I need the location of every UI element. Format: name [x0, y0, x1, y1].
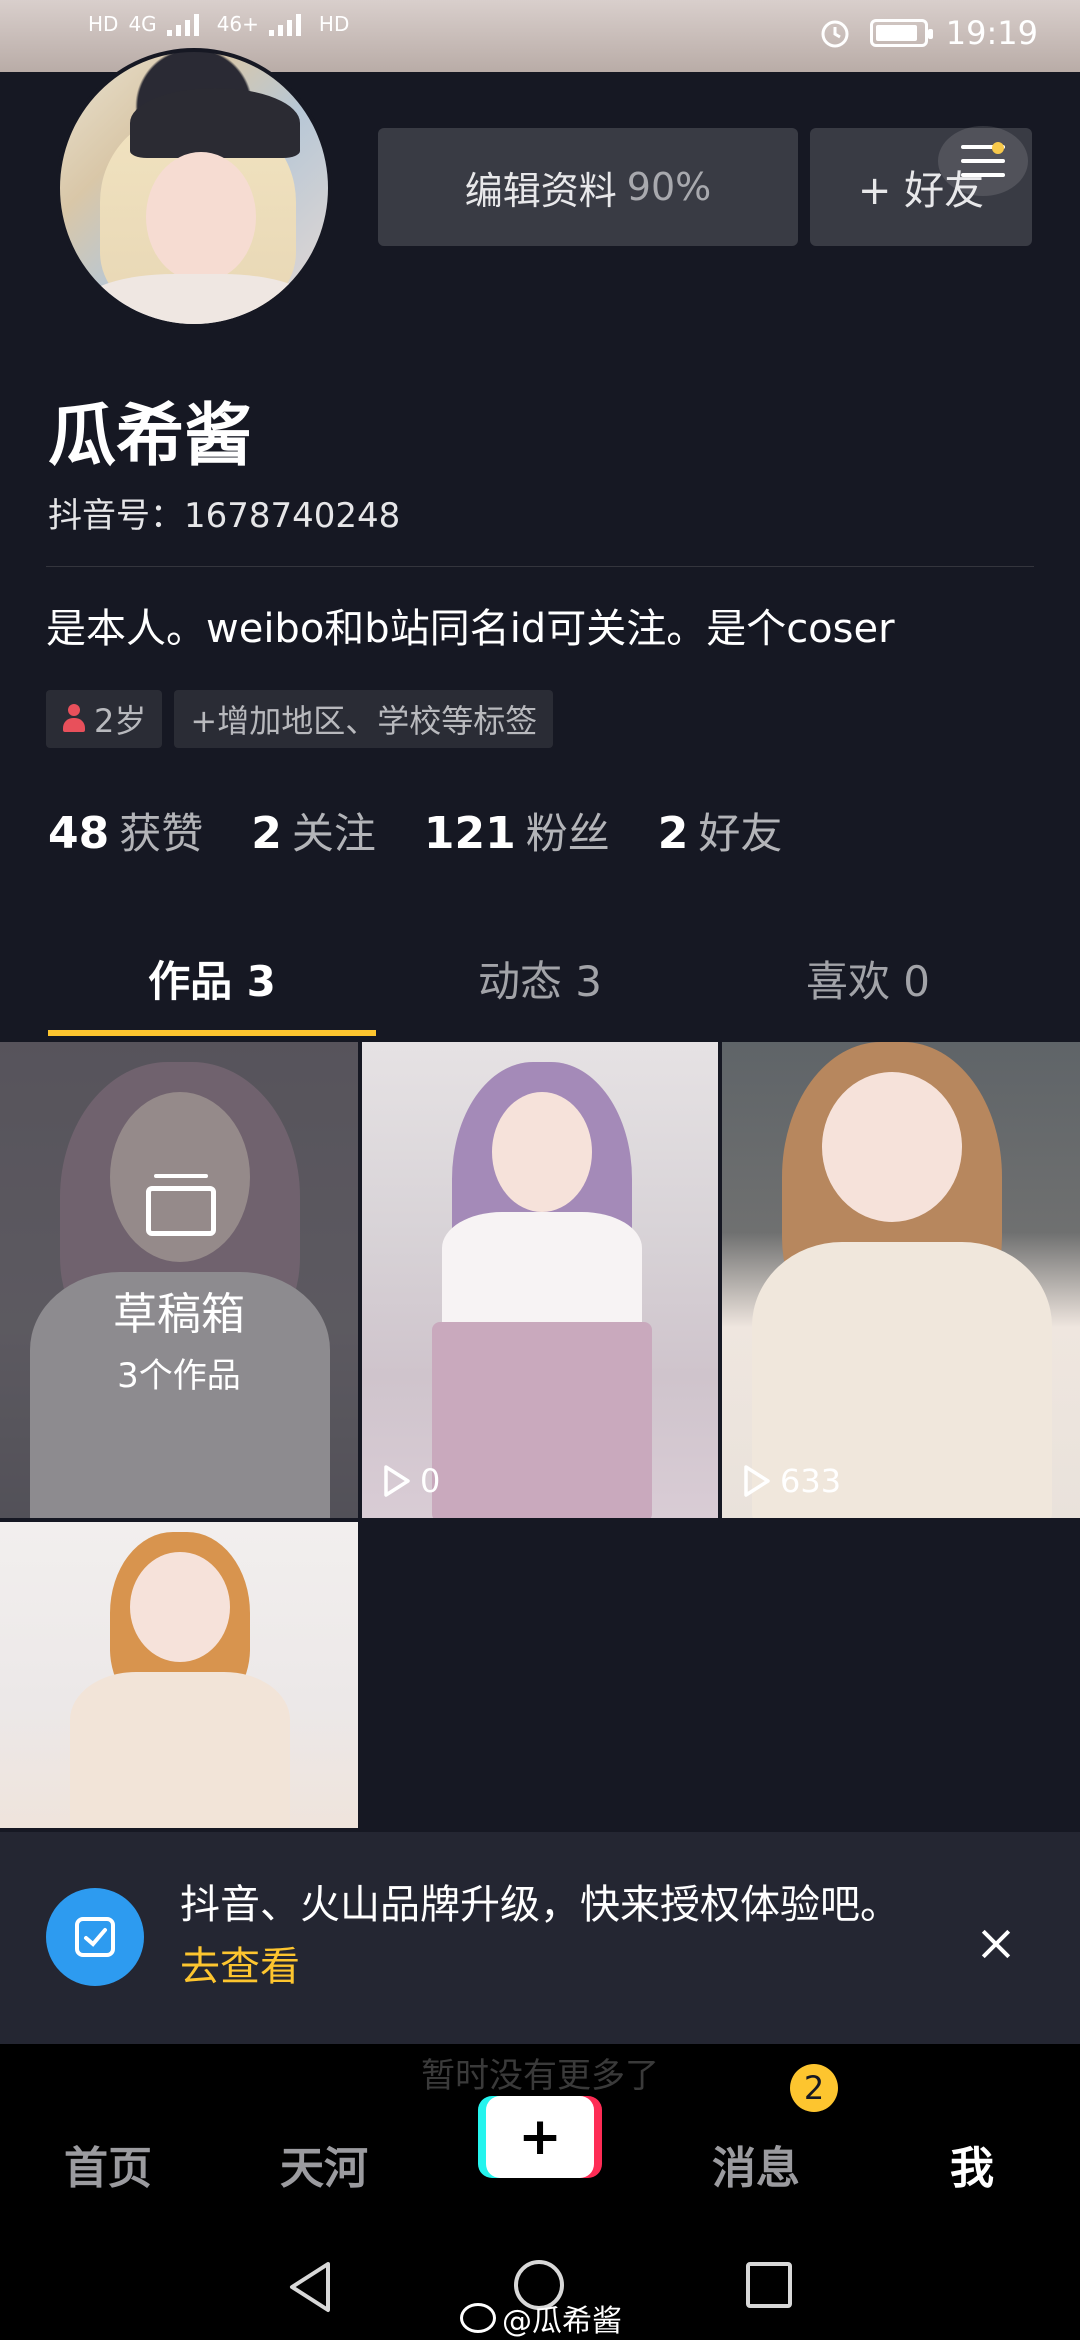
- douyin-id[interactable]: 抖音号：1678740248: [48, 488, 400, 537]
- bio: 是本人。weibo和b站同名id可关注。是个coser: [46, 606, 895, 652]
- nav-home[interactable]: 首页: [64, 2132, 152, 2196]
- video-tile-2[interactable]: 633: [722, 1042, 1080, 1518]
- upgrade-banner[interactable]: 抖音、火山品牌升级，快来授权体验吧。去查看: [0, 1832, 1080, 2044]
- tab-indicator: [48, 1030, 376, 1036]
- stat-following-label: 关注: [291, 809, 376, 858]
- video-tile-3[interactable]: [0, 1522, 358, 1828]
- profile-tags: 2岁 +增加地区、学校等标签: [46, 690, 554, 748]
- stat-likes[interactable]: 48 获赞: [48, 800, 203, 861]
- edit-profile-label: 编辑资料: [464, 168, 617, 213]
- network-4g-label: 4G: [128, 12, 157, 36]
- menu-icon[interactable]: [938, 126, 1028, 196]
- age-tag[interactable]: 2岁: [46, 690, 163, 748]
- signal-icon-2: [268, 12, 309, 36]
- menu-notification-dot: [992, 142, 1004, 154]
- draft-box-icon: [146, 1174, 216, 1236]
- video-2-plays: 633: [780, 1462, 842, 1500]
- create-plus: +: [486, 2096, 594, 2178]
- alarm-icon: [821, 20, 849, 48]
- banner-text: 抖音、火山品牌升级，快来授权体验吧。去查看: [180, 1874, 920, 1998]
- video-3-face: [130, 1552, 230, 1662]
- stats-row: 48 获赞 2 关注 121 粉丝 2 好友: [48, 800, 782, 861]
- tab-works[interactable]: 作品 3: [48, 942, 376, 1038]
- avatar-hat: [130, 88, 300, 158]
- hd-indicator-1: HD: [88, 12, 119, 36]
- bottom-nav: 暂时没有更多了 首页 天河 + 消息 2 我: [0, 2044, 1080, 2230]
- video-1-shirt: [442, 1212, 642, 1332]
- close-icon[interactable]: [976, 1924, 1016, 1964]
- add-tag-label: +增加地区、学校等标签: [190, 702, 538, 740]
- status-right: 19:19: [818, 14, 1038, 52]
- nav-city[interactable]: 天河: [280, 2132, 368, 2196]
- battery-level: [875, 25, 918, 41]
- nickname: 瓜希酱: [48, 397, 253, 476]
- network-indicators: HD 4G 46+ HD: [88, 12, 349, 36]
- stat-fans-label: 粉丝: [525, 809, 610, 858]
- video-3-vest: [70, 1672, 290, 1828]
- video-1-face: [492, 1092, 592, 1212]
- video-1-play-count: 0: [382, 1462, 440, 1500]
- edit-profile-button[interactable]: 编辑资料 90%: [378, 128, 798, 246]
- recent-apps-icon[interactable]: [746, 2262, 792, 2308]
- stat-fans[interactable]: 121 粉丝: [424, 800, 610, 861]
- stat-likes-label: 获赞: [119, 809, 204, 858]
- stat-fans-count: 121: [423, 808, 516, 859]
- play-icon: [382, 1464, 412, 1498]
- nav-messages[interactable]: 消息: [712, 2132, 800, 2196]
- person-icon: [62, 704, 86, 734]
- tab-likes[interactable]: 喜欢 0: [704, 942, 1032, 1038]
- draft-title: 草稿箱: [113, 1289, 245, 1340]
- stat-following[interactable]: 2 关注: [251, 800, 376, 861]
- message-badge: 2: [790, 2064, 838, 2112]
- draft-count: 3个作品: [117, 1356, 241, 1396]
- avatar-sweater: [80, 274, 316, 324]
- stat-friends-label: 好友: [698, 809, 783, 858]
- video-2-face: [822, 1072, 962, 1222]
- stat-friends[interactable]: 2 好友: [658, 800, 783, 861]
- tab-dynamics[interactable]: 动态 3: [376, 942, 704, 1038]
- nav-me[interactable]: 我: [950, 2132, 994, 2196]
- age-tag-label: 2岁: [94, 702, 147, 740]
- play-icon-2: [742, 1464, 772, 1498]
- signal-icon: [166, 12, 207, 36]
- weibo-icon: [460, 2303, 496, 2333]
- hd-indicator-2: HD: [318, 12, 350, 36]
- draft-box-tile[interactable]: 草稿箱 3个作品: [0, 1042, 358, 1518]
- stat-following-count: 2: [251, 808, 282, 859]
- create-button[interactable]: +: [478, 2096, 602, 2178]
- add-tag-button[interactable]: +增加地区、学校等标签: [174, 690, 554, 748]
- edit-profile-percent: 90%: [626, 165, 712, 209]
- video-1-skirt: [432, 1322, 652, 1518]
- content-tabs: 作品 3 动态 3 喜欢 0: [48, 942, 1032, 1038]
- video-tile-1[interactable]: 0: [362, 1042, 718, 1518]
- stat-likes-count: 48: [48, 808, 110, 859]
- banner-message: 抖音、火山品牌升级，快来授权体验吧。: [180, 1882, 900, 1928]
- watermark-text: @瓜希酱: [502, 2304, 622, 2339]
- stat-friends-count: 2: [657, 808, 689, 859]
- network-46-label: 46+: [216, 12, 259, 36]
- avatar[interactable]: [56, 48, 332, 328]
- video-2-play-count: 633: [742, 1462, 841, 1500]
- auth-icon: [46, 1888, 144, 1986]
- no-more-text: 暂时没有更多了: [421, 2056, 659, 2096]
- back-icon[interactable]: [286, 2260, 336, 2314]
- clock: 19:19: [945, 14, 1038, 52]
- battery-icon: [869, 19, 933, 47]
- divider: [46, 566, 1034, 567]
- banner-link[interactable]: 去查看: [180, 1944, 300, 1990]
- watermark: @瓜希酱: [460, 2296, 622, 2340]
- avatar-face: [146, 152, 256, 282]
- video-1-plays: 0: [420, 1462, 441, 1500]
